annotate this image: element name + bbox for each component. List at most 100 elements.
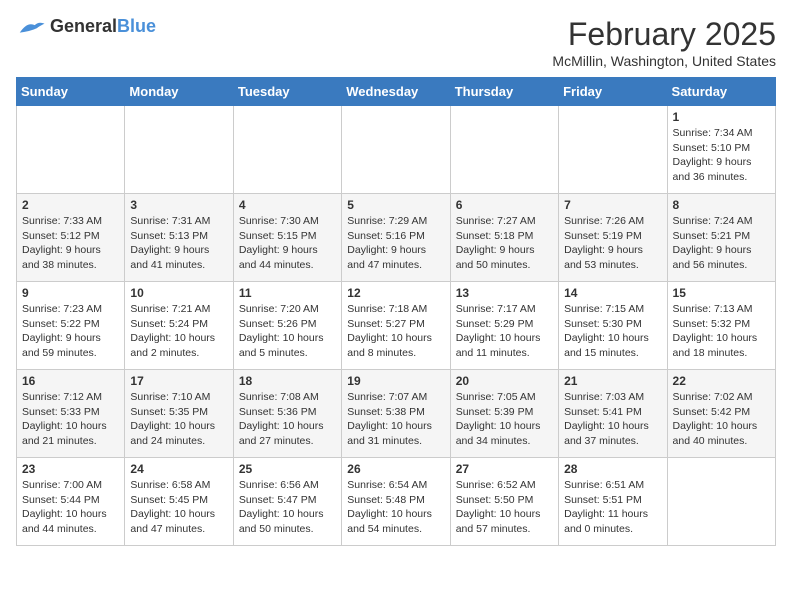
day-number: 4 — [239, 198, 336, 212]
calendar-day-header: Tuesday — [233, 78, 341, 106]
calendar-day-header: Wednesday — [342, 78, 450, 106]
calendar-week-row: 1Sunrise: 7:34 AM Sunset: 5:10 PM Daylig… — [17, 106, 776, 194]
calendar-cell: 15 Sunrise: 7:13 AM Sunset: 5:32 PM Dayli… — [667, 282, 775, 370]
calendar-cell: 19Sunrise: 7:07 AM Sunset: 5:38 PM Dayli… — [342, 370, 450, 458]
day-number: 15 — [673, 286, 770, 300]
calendar-day-header: Monday — [125, 78, 233, 106]
calendar-week-row: 2Sunrise: 7:33 AM Sunset: 5:12 PM Daylig… — [17, 194, 776, 282]
day-info: Sunrise: 7:27 AM Sunset: 5:18 PM Dayligh… — [456, 214, 553, 273]
calendar-cell: 18 Sunrise: 7:08 AM Sunset: 5:36 PM Dayli… — [233, 370, 341, 458]
day-info: Sunrise: 7:15 AM Sunset: 5:30 PM Dayligh… — [564, 302, 661, 361]
day-info: Sunrise: 7:26 AM Sunset: 5:19 PM Dayligh… — [564, 214, 661, 273]
calendar-cell: 27 Sunrise: 6:52 AM Sunset: 5:50 PM Dayli… — [450, 458, 558, 546]
day-info: Sunrise: 6:52 AM Sunset: 5:50 PM Dayligh… — [456, 478, 553, 537]
day-info: Sunrise: 7:31 AM Sunset: 5:13 PM Dayligh… — [130, 214, 227, 273]
calendar-cell — [17, 106, 125, 194]
day-number: 6 — [456, 198, 553, 212]
calendar-cell: 25 Sunrise: 6:56 AM Sunset: 5:47 PM Dayli… — [233, 458, 341, 546]
day-number: 3 — [130, 198, 227, 212]
logo: GeneralBlue — [16, 16, 156, 37]
calendar-cell: 16 Sunrise: 7:12 AM Sunset: 5:33 PM Dayli… — [17, 370, 125, 458]
day-number: 17 — [130, 374, 227, 388]
day-number: 2 — [22, 198, 119, 212]
calendar-cell: 24 Sunrise: 6:58 AM Sunset: 5:45 PM Dayli… — [125, 458, 233, 546]
calendar-cell: 10 Sunrise: 7:21 AM Sunset: 5:24 PM Dayli… — [125, 282, 233, 370]
calendar-cell — [342, 106, 450, 194]
calendar-cell: 13 Sunrise: 7:17 AM Sunset: 5:29 PM Dayli… — [450, 282, 558, 370]
calendar-table: SundayMondayTuesdayWednesdayThursdayFrid… — [16, 77, 776, 546]
calendar-cell: 7 Sunrise: 7:26 AM Sunset: 5:19 PM Daylig… — [559, 194, 667, 282]
calendar-day-header: Saturday — [667, 78, 775, 106]
day-info: Sunrise: 7:12 AM Sunset: 5:33 PM Dayligh… — [22, 390, 119, 449]
day-info: Sunrise: 6:58 AM Sunset: 5:45 PM Dayligh… — [130, 478, 227, 537]
logo-bird-icon — [16, 17, 46, 37]
day-number: 22 — [673, 374, 770, 388]
day-info: Sunrise: 6:56 AM Sunset: 5:47 PM Dayligh… — [239, 478, 336, 537]
day-info: Sunrise: 7:08 AM Sunset: 5:36 PM Dayligh… — [239, 390, 336, 449]
calendar-day-header: Sunday — [17, 78, 125, 106]
day-number: 28 — [564, 462, 661, 476]
calendar-cell: 20 Sunrise: 7:05 AM Sunset: 5:39 PM Dayli… — [450, 370, 558, 458]
day-number: 21 — [564, 374, 661, 388]
calendar-body: 1Sunrise: 7:34 AM Sunset: 5:10 PM Daylig… — [17, 106, 776, 546]
day-number: 5 — [347, 198, 444, 212]
day-number: 16 — [22, 374, 119, 388]
calendar-week-row: 23Sunrise: 7:00 AM Sunset: 5:44 PM Dayli… — [17, 458, 776, 546]
day-number: 24 — [130, 462, 227, 476]
day-info: Sunrise: 6:54 AM Sunset: 5:48 PM Dayligh… — [347, 478, 444, 537]
day-info: Sunrise: 7:13 AM Sunset: 5:32 PM Dayligh… — [673, 302, 770, 361]
calendar-day-header: Friday — [559, 78, 667, 106]
calendar-cell: 14 Sunrise: 7:15 AM Sunset: 5:30 PM Dayli… — [559, 282, 667, 370]
calendar-cell — [559, 106, 667, 194]
day-number: 18 — [239, 374, 336, 388]
day-number: 20 — [456, 374, 553, 388]
day-number: 11 — [239, 286, 336, 300]
day-info: Sunrise: 7:02 AM Sunset: 5:42 PM Dayligh… — [673, 390, 770, 449]
logo-blue: Blue — [117, 16, 156, 36]
day-info: Sunrise: 6:51 AM Sunset: 5:51 PM Dayligh… — [564, 478, 661, 537]
calendar-subtitle: McMillin, Washington, United States — [552, 53, 776, 69]
day-info: Sunrise: 7:20 AM Sunset: 5:26 PM Dayligh… — [239, 302, 336, 361]
calendar-cell — [125, 106, 233, 194]
calendar-cell: 2Sunrise: 7:33 AM Sunset: 5:12 PM Daylig… — [17, 194, 125, 282]
calendar-cell: 21 Sunrise: 7:03 AM Sunset: 5:41 PM Dayli… — [559, 370, 667, 458]
day-number: 26 — [347, 462, 444, 476]
calendar-cell: 9Sunrise: 7:23 AM Sunset: 5:22 PM Daylig… — [17, 282, 125, 370]
day-number: 14 — [564, 286, 661, 300]
day-info: Sunrise: 7:18 AM Sunset: 5:27 PM Dayligh… — [347, 302, 444, 361]
day-info: Sunrise: 7:29 AM Sunset: 5:16 PM Dayligh… — [347, 214, 444, 273]
day-number: 25 — [239, 462, 336, 476]
day-number: 27 — [456, 462, 553, 476]
day-info: Sunrise: 7:00 AM Sunset: 5:44 PM Dayligh… — [22, 478, 119, 537]
calendar-cell — [450, 106, 558, 194]
day-number: 7 — [564, 198, 661, 212]
day-number: 10 — [130, 286, 227, 300]
calendar-week-row: 16 Sunrise: 7:12 AM Sunset: 5:33 PM Dayli… — [17, 370, 776, 458]
calendar-header-row: SundayMondayTuesdayWednesdayThursdayFrid… — [17, 78, 776, 106]
calendar-day-header: Thursday — [450, 78, 558, 106]
title-area: February 2025 McMillin, Washington, Unit… — [552, 16, 776, 69]
calendar-cell: 6 Sunrise: 7:27 AM Sunset: 5:18 PM Daylig… — [450, 194, 558, 282]
calendar-cell: 5 Sunrise: 7:29 AM Sunset: 5:16 PM Daylig… — [342, 194, 450, 282]
day-info: Sunrise: 7:21 AM Sunset: 5:24 PM Dayligh… — [130, 302, 227, 361]
calendar-week-row: 9Sunrise: 7:23 AM Sunset: 5:22 PM Daylig… — [17, 282, 776, 370]
calendar-cell: 12 Sunrise: 7:18 AM Sunset: 5:27 PM Dayli… — [342, 282, 450, 370]
day-info: Sunrise: 7:24 AM Sunset: 5:21 PM Dayligh… — [673, 214, 770, 273]
calendar-cell — [233, 106, 341, 194]
day-number: 12 — [347, 286, 444, 300]
day-info: Sunrise: 7:23 AM Sunset: 5:22 PM Dayligh… — [22, 302, 119, 361]
day-number: 8 — [673, 198, 770, 212]
calendar-cell: 1Sunrise: 7:34 AM Sunset: 5:10 PM Daylig… — [667, 106, 775, 194]
day-info: Sunrise: 7:07 AM Sunset: 5:38 PM Dayligh… — [347, 390, 444, 449]
day-number: 13 — [456, 286, 553, 300]
calendar-cell: 23Sunrise: 7:00 AM Sunset: 5:44 PM Dayli… — [17, 458, 125, 546]
day-info: Sunrise: 7:03 AM Sunset: 5:41 PM Dayligh… — [564, 390, 661, 449]
day-info: Sunrise: 7:05 AM Sunset: 5:39 PM Dayligh… — [456, 390, 553, 449]
calendar-cell — [667, 458, 775, 546]
calendar-cell: 8 Sunrise: 7:24 AM Sunset: 5:21 PM Daylig… — [667, 194, 775, 282]
calendar-cell: 3 Sunrise: 7:31 AM Sunset: 5:13 PM Daylig… — [125, 194, 233, 282]
logo-general: General — [50, 16, 117, 36]
day-info: Sunrise: 7:17 AM Sunset: 5:29 PM Dayligh… — [456, 302, 553, 361]
day-info: Sunrise: 7:30 AM Sunset: 5:15 PM Dayligh… — [239, 214, 336, 273]
day-number: 1 — [673, 110, 770, 124]
